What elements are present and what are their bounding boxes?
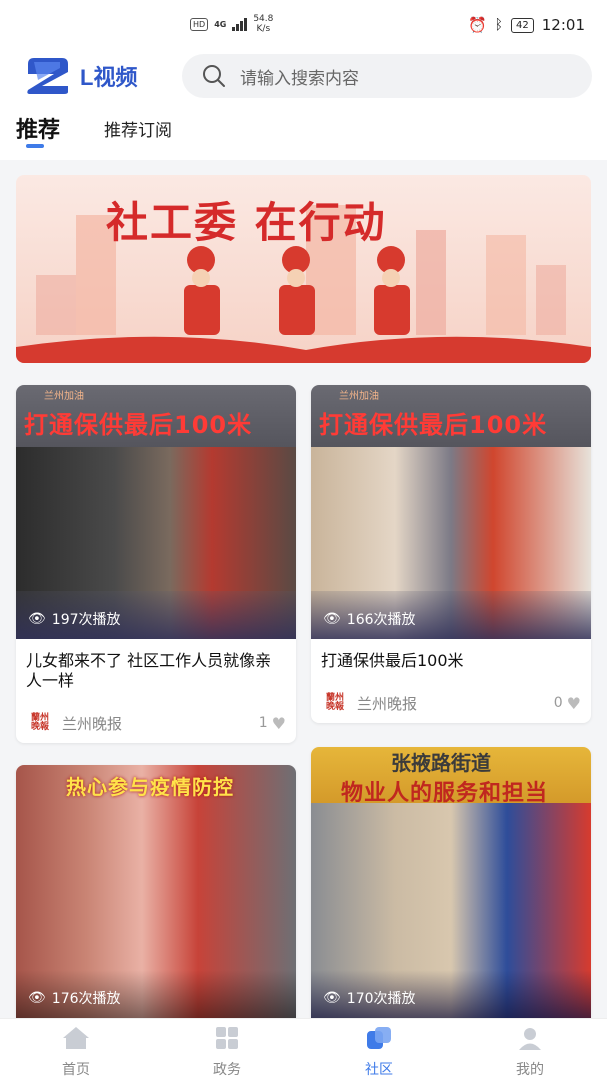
search-bar[interactable]: 请输入搜索内容 <box>182 54 592 98</box>
signal-icon <box>232 17 248 31</box>
thumbnail-headline: 热心参与疫情防控 <box>66 775 234 799</box>
play-count: 👁 166次播放 <box>323 609 416 629</box>
thumbnail-headline: 打通保供最后100米 <box>319 411 548 439</box>
play-count-text: 176次播放 <box>51 991 121 1007</box>
play-count: 👁 176次播放 <box>28 988 121 1008</box>
battery-icon: 42 <box>511 17 534 33</box>
nav-profile-label: 我的 <box>516 1062 544 1078</box>
banner-title: 社工委 在行动 <box>106 198 387 247</box>
search-icon <box>203 65 225 87</box>
video-thumbnail[interactable]: 兰州加油 打通保供最后100米 👁 166次播放 <box>311 385 591 639</box>
bottom-navigation: 首页 政务 社区 我的 <box>0 1018 607 1080</box>
like-count: 1 <box>258 715 268 731</box>
eye-icon: 👁 <box>28 611 46 627</box>
clock: 12:01 <box>541 16 585 34</box>
like-button[interactable]: 0 ♥ <box>554 694 581 713</box>
nav-home-label: 首页 <box>62 1062 90 1078</box>
thumbnail-kicker: 兰州加油 <box>339 391 379 402</box>
thumbnail-kicker: 兰州加油 <box>44 391 84 402</box>
play-count: 👁 170次播放 <box>323 988 416 1008</box>
nav-community-label: 社区 <box>365 1062 393 1078</box>
play-count-text: 197次播放 <box>51 612 121 628</box>
eye-icon: 👁 <box>28 990 46 1006</box>
play-count-text: 166次播放 <box>346 612 416 628</box>
nav-community[interactable]: 社区 <box>339 1025 419 1079</box>
source-logo-icon: 蘭州 晚報 <box>30 713 49 732</box>
app-logo[interactable]: L视频 <box>24 56 137 96</box>
video-thumbnail[interactable]: 张掖路街道 物业人的服务和担当 👁 170次播放 <box>311 747 591 1018</box>
logo-icon <box>27 58 68 94</box>
source-name[interactable]: 兰州晚报 <box>357 693 417 714</box>
eye-icon: 👁 <box>323 611 341 627</box>
speed-unit: K/s <box>256 24 271 34</box>
heart-icon: ♥ <box>271 713 286 733</box>
status-bar: HD 4G 54.8 K/s ⏰ ᛒ 42 12:01 <box>0 0 607 52</box>
source-name[interactable]: 兰州晚报 <box>62 713 122 734</box>
like-button[interactable]: 1 ♥ <box>259 714 286 733</box>
app-header: L视频 请输入搜索内容 <box>0 52 607 100</box>
like-count: 0 <box>553 695 563 711</box>
thumbnail-headline: 物业人的服务和担当 <box>341 781 549 806</box>
grid-icon <box>216 1027 238 1049</box>
video-card[interactable]: 兰州加油 打通保供最后100米 👁 166次播放 打通保供最后100米 蘭州 晚報… <box>311 385 591 723</box>
video-title: 儿女都来不了 社区工作人员就像亲人一样 <box>26 651 272 690</box>
play-count-text: 170次播放 <box>346 991 416 1007</box>
tab-recommend[interactable]: 推荐 <box>16 112 60 144</box>
video-thumbnail[interactable]: 兰州加油 打通保供最后100米 👁 197次播放 <box>16 385 296 639</box>
thumbnail-kicker: 张掖路街道 <box>391 751 491 775</box>
video-title: 打通保供最后100米 <box>321 651 464 670</box>
heart-icon: ♥ <box>566 693 581 713</box>
card-meta: 蘭州 晚報 兰州晚报 0 ♥ <box>323 691 581 715</box>
network-speed: 54.8 K/s <box>253 14 273 34</box>
search-placeholder: 请输入搜索内容 <box>240 68 359 89</box>
volunteer-figures <box>184 246 410 335</box>
nav-profile[interactable]: 我的 <box>490 1025 570 1079</box>
bluetooth-icon: ᛒ <box>494 17 504 33</box>
nav-government[interactable]: 政务 <box>187 1025 267 1079</box>
video-thumbnail[interactable]: 热心参与疫情防控 👁 176次播放 <box>16 765 296 1018</box>
tab-indicator <box>26 144 44 148</box>
status-right: ⏰ ᛒ 42 12:01 <box>468 16 585 34</box>
nav-home[interactable]: 首页 <box>36 1025 116 1079</box>
alarm-icon: ⏰ <box>467 16 487 34</box>
source-logo-icon: 蘭州 晚報 <box>325 693 344 712</box>
logo-text: L视频 <box>80 65 138 90</box>
user-icon <box>519 1028 541 1050</box>
play-count: 👁 197次播放 <box>28 609 121 629</box>
status-center: HD 4G 54.8 K/s <box>190 14 273 34</box>
speed-value: 54.8 <box>253 14 274 24</box>
video-card[interactable]: 张掖路街道 物业人的服务和担当 👁 170次播放 <box>311 747 591 1018</box>
promo-banner[interactable]: 社工委 在行动 <box>16 175 591 363</box>
video-card[interactable]: 热心参与疫情防控 👁 176次播放 <box>16 765 296 1018</box>
community-icon <box>367 1027 391 1049</box>
video-card[interactable]: 兰州加油 打通保供最后100米 👁 197次播放 儿女都来不了 社区工作人员就像… <box>16 385 296 743</box>
thumbnail-headline: 打通保供最后100米 <box>24 411 253 439</box>
card-meta: 蘭州 晚報 兰州晚报 1 ♥ <box>28 711 286 735</box>
tab-subscriptions[interactable]: 推荐订阅 <box>104 116 172 141</box>
feed-tabs: 推荐 推荐订阅 <box>0 100 607 160</box>
network-type: 4G <box>214 19 227 29</box>
home-icon <box>63 1027 89 1049</box>
hd-badge: HD <box>190 17 209 31</box>
nav-government-label: 政务 <box>213 1062 241 1078</box>
eye-icon: 👁 <box>323 990 341 1006</box>
